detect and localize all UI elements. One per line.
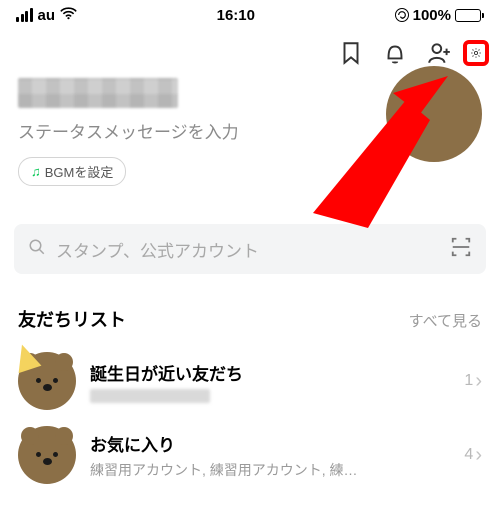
- clock: 16:10: [217, 7, 255, 24]
- wifi-icon: [60, 7, 77, 24]
- notification-bell-icon[interactable]: [382, 40, 408, 66]
- search-bar[interactable]: スタンプ、公式アカウント: [14, 224, 486, 274]
- carrier-label: au: [38, 7, 56, 24]
- bgm-set-button[interactable]: ♫ BGMを設定: [18, 157, 126, 186]
- username-redacted: [18, 78, 178, 108]
- friend-row-subtitle: 練習用アカウント, 練習用アカウント, 練…: [90, 460, 450, 480]
- bgm-label: BGMを設定: [45, 162, 114, 181]
- friend-row-count: 1: [464, 372, 473, 390]
- friend-avatar: [18, 426, 76, 484]
- battery-pct: 100%: [413, 7, 451, 24]
- friend-row-title: 誕生日が近い友だち: [90, 360, 450, 385]
- party-hat-icon: [11, 341, 42, 373]
- orientation-lock-icon: [395, 8, 409, 22]
- cellular-signal-icon: [16, 8, 33, 22]
- friend-avatar: [18, 352, 76, 410]
- friends-list-title: 友だちリスト: [18, 306, 126, 332]
- search-icon: [28, 238, 46, 261]
- scan-icon[interactable]: [450, 236, 472, 263]
- profile-avatar[interactable]: [386, 66, 482, 162]
- bookmark-icon[interactable]: [338, 40, 364, 66]
- friend-row-favorites[interactable]: お気に入り 練習用アカウント, 練習用アカウント, 練… 4 ›: [18, 418, 482, 492]
- status-bar: au 16:10 100%: [0, 0, 500, 30]
- chevron-right-icon: ›: [475, 370, 482, 393]
- see-all-link[interactable]: すべて見る: [409, 310, 482, 331]
- profile-section: ステータスメッセージを入力 ♫ BGMを設定: [0, 72, 500, 198]
- chevron-right-icon: ›: [475, 444, 482, 467]
- add-friend-icon[interactable]: [426, 40, 452, 66]
- friend-row-subtitle-redacted: [90, 389, 210, 403]
- battery-icon: [455, 9, 484, 22]
- search-placeholder: スタンプ、公式アカウント: [56, 237, 440, 262]
- settings-gear-icon[interactable]: [463, 40, 489, 66]
- friend-row-birthday[interactable]: 誕生日が近い友だち 1 ›: [18, 344, 482, 418]
- friend-row-count: 4: [464, 446, 473, 464]
- friend-row-title: お気に入り: [90, 431, 450, 456]
- music-note-icon: ♫: [31, 164, 41, 179]
- friends-list-section: 友だちリスト すべて見る 誕生日が近い友だち 1 › お気に入り 練習用アカウン…: [0, 306, 500, 492]
